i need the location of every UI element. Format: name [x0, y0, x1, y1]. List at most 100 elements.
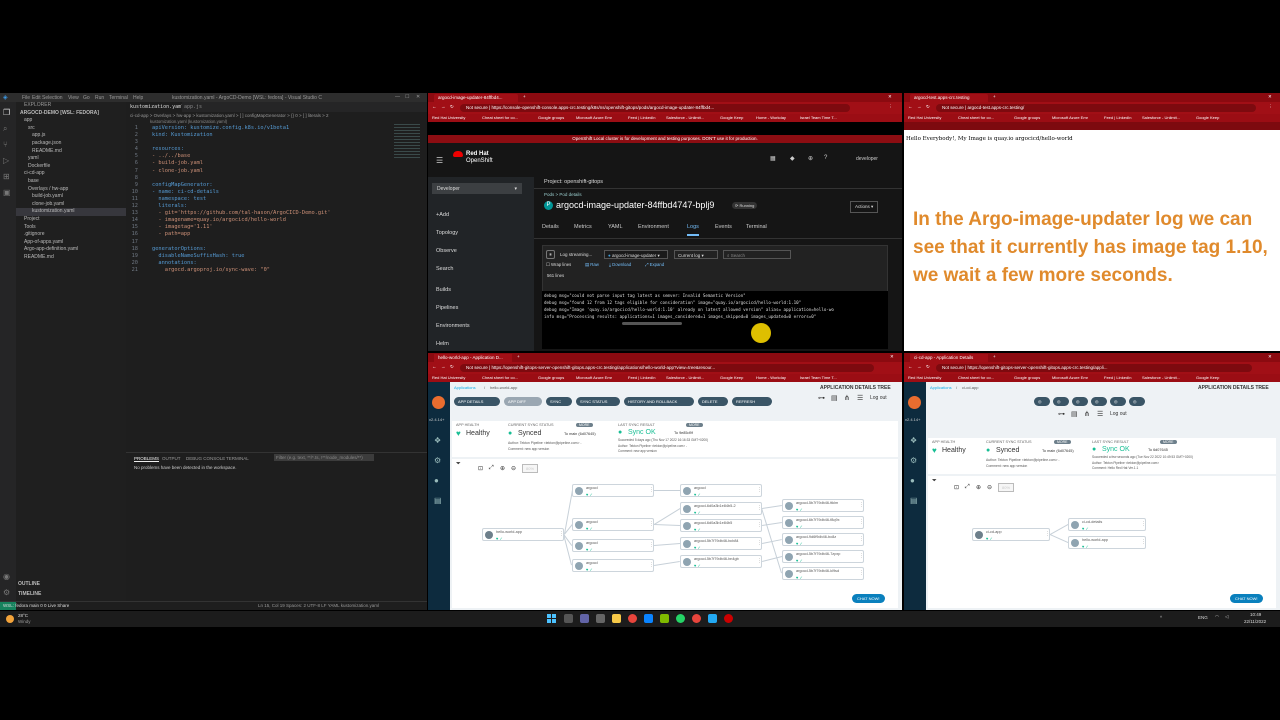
bookmark-item[interactable]: Salesforce - Unlimit... — [666, 115, 704, 120]
language-indicator[interactable]: ENG — [1198, 615, 1208, 620]
last-sync-target[interactable]: To 6d07645 — [1148, 448, 1168, 452]
bookmark-item[interactable]: Google Keep — [720, 375, 743, 380]
tree-node[interactable]: argocd ♥ ✓ ⋮ — [680, 484, 762, 497]
node-menu-icon[interactable]: ⋮ — [649, 542, 654, 548]
wifi-icon[interactable]: ◠ — [1215, 614, 1219, 620]
node-menu-icon[interactable]: ⋮ — [649, 487, 654, 493]
bookmark-item[interactable]: Feed | LinkedIn — [628, 375, 656, 380]
reload-icon[interactable]: ↻ — [926, 104, 930, 110]
sync-more-button[interactable]: MORE — [576, 423, 593, 427]
clock-date[interactable]: 22/11/2022 — [1244, 619, 1266, 624]
vscode-taskbar-icon[interactable] — [708, 614, 717, 623]
tree-item[interactable]: App-of-apps.yaml — [16, 239, 126, 247]
last-sync-more-button[interactable]: MORE — [686, 423, 703, 427]
filter-icon[interactable]: ⏷ — [456, 461, 461, 468]
code-line[interactable]: resources: — [152, 146, 422, 153]
zoom-control-icon[interactable]: ⊖ — [511, 465, 516, 472]
editor-breadcrumb[interactable]: ci-cd-app > Overlays > hw-app > kustomiz… — [130, 113, 420, 118]
raw-link[interactable]: ▤ Raw — [585, 262, 599, 268]
outlook-icon[interactable] — [644, 614, 653, 623]
zoom-control-icon[interactable]: ⊕ — [500, 465, 505, 472]
breadcrumb-applications[interactable]: Applications — [454, 385, 476, 390]
code-line[interactable]: - clone-job.yaml — [152, 168, 422, 175]
action-icon-button[interactable]: ◎ — [1091, 397, 1107, 406]
code-line[interactable]: - name: ci-cd-details — [152, 189, 422, 196]
tray-chevron-icon[interactable]: ^ — [1160, 615, 1162, 620]
new-tab-icon[interactable]: + — [993, 94, 996, 99]
store-icon[interactable] — [660, 614, 669, 623]
code-line[interactable]: - ../../base — [152, 153, 422, 160]
start-windows-icon[interactable] — [547, 614, 556, 623]
sidebar-user-icon[interactable]: ● — [910, 476, 915, 485]
bookmark-item[interactable]: Feed | LinkedIn — [628, 115, 656, 120]
bookmark-item[interactable]: Salesforce - Unlimit... — [1142, 375, 1180, 380]
sidebar-gear-icon[interactable]: ⚙ — [434, 456, 441, 465]
file-explorer-icon[interactable] — [612, 614, 621, 623]
reload-icon[interactable]: ↻ — [450, 364, 454, 370]
tree-item[interactable]: base — [16, 178, 126, 186]
close-icon[interactable]: ✕ — [416, 94, 420, 100]
bookmark-item[interactable]: Microsoft Azure Emr — [1052, 115, 1088, 120]
bookmark-item[interactable]: Microsoft Azure Emr — [576, 375, 612, 380]
tree-node[interactable]: argocd-5b7f79db46-ttklm ♥ ✓ ⋮ — [782, 499, 864, 512]
network-view-icon[interactable]: ⋔ — [1084, 410, 1090, 418]
nav-pipelines[interactable]: Pipelines — [436, 305, 458, 311]
log-scrollbar[interactable] — [622, 322, 682, 325]
log-output[interactable]: debug msg="could not parse input tag lat… — [542, 291, 888, 349]
address-bar[interactable]: Not secure | https://openshift-gitops-se… — [460, 364, 874, 372]
log-search-input[interactable]: ⌕ Search — [723, 250, 791, 259]
minimize-icon[interactable]: — — [395, 94, 400, 100]
tree-item[interactable]: README.md — [16, 254, 126, 262]
tree-view-icon[interactable]: ⊶ — [1058, 410, 1065, 418]
code-line[interactable]: - imagetag='1.11' — [152, 224, 422, 231]
tree-node[interactable]: hello-world-app ♥ ✓ ⋮ — [482, 528, 564, 541]
zoom-level[interactable]: 80% — [998, 483, 1015, 492]
bookmark-item[interactable]: Cheat sheet for co... — [482, 375, 518, 380]
node-menu-icon[interactable]: ⋮ — [859, 519, 864, 525]
close-window-icon[interactable]: ✕ — [890, 354, 894, 360]
tree-item[interactable]: .gitignore — [16, 231, 126, 239]
action-icon-button[interactable]: ◎ — [1110, 397, 1126, 406]
chat-now-button[interactable]: CHAT NOW! — [1230, 594, 1263, 603]
tree-item[interactable]: Argo-app-definition.yaml — [16, 246, 126, 254]
panel-tab-problems[interactable]: PROBLEMS — [134, 456, 160, 462]
menu-dots-icon[interactable]: ⋮ — [1268, 104, 1273, 110]
tree-node[interactable]: argocd-9d6f9db46-bc8z ♥ ✓ ⋮ — [782, 533, 864, 546]
zoom-control-icon[interactable]: ⊕ — [976, 484, 981, 491]
browser-tab[interactable]: argocd-image-updater-84ffbd4... — [434, 94, 518, 102]
tree-item[interactable]: clone-job.yaml — [16, 201, 126, 209]
bookmark-item[interactable]: Home - Workday — [756, 375, 786, 380]
bookmark-item[interactable]: Cheat sheet for co... — [482, 115, 518, 120]
bookmark-item[interactable]: Feed | LinkedIn — [1104, 375, 1132, 380]
workspace-root[interactable]: ARGOCD-DEMO [WSL: FEDORA] — [16, 110, 126, 118]
action-button[interactable]: HISTORY AND ROLLBACK — [624, 397, 694, 406]
sidebar-user-icon[interactable]: ● — [434, 476, 439, 485]
breadcrumb[interactable]: Pods > Pod details — [544, 192, 582, 197]
hamburger-icon[interactable]: ☰ — [436, 156, 443, 165]
action-button[interactable]: APP DETAILS — [454, 397, 500, 406]
whatsapp-icon[interactable] — [676, 614, 685, 623]
bookmark-item[interactable]: Salesforce - Unlimit... — [666, 375, 704, 380]
tree-node[interactable]: ci-cd-details ♥ ✓ ⋮ — [1068, 518, 1146, 531]
tree-node[interactable]: argocd ♥ ✓ ⋮ — [572, 559, 654, 572]
sidebar-docs-icon[interactable]: ▤ — [434, 496, 442, 505]
forward-icon[interactable]: → — [917, 364, 922, 369]
node-menu-icon[interactable]: ⋮ — [1141, 539, 1146, 545]
code-line[interactable] — [152, 175, 422, 182]
sync-target[interactable]: To main (6d07645) — [564, 432, 596, 436]
node-menu-icon[interactable]: ⋮ — [757, 540, 762, 546]
bookmark-item[interactable]: Red Hat University — [432, 375, 465, 380]
bookmark-item[interactable]: Feed | LinkedIn — [1104, 115, 1132, 120]
search-taskbar-icon[interactable] — [564, 614, 573, 623]
tree-node[interactable]: argocd-5b7f79db46-bn4gb ♥ ✓ ⋮ — [680, 555, 762, 568]
sidebar-stack-icon[interactable]: ❖ — [434, 436, 441, 445]
action-icon-button[interactable]: ◎ — [1129, 397, 1145, 406]
sync-target[interactable]: To main (6d07645) — [1042, 449, 1074, 453]
tree-item[interactable]: ci-cd-app — [16, 170, 126, 178]
bookmark-item[interactable]: Google Keep — [1196, 375, 1219, 380]
action-icon-button[interactable]: ◎ — [1034, 397, 1050, 406]
bookmark-item[interactable]: Cheat sheet for co... — [958, 115, 994, 120]
bookmark-item[interactable]: Israel Team Time T... — [800, 375, 837, 380]
back-icon[interactable]: ← — [908, 364, 913, 369]
tab-yaml[interactable]: YAML — [608, 224, 623, 230]
